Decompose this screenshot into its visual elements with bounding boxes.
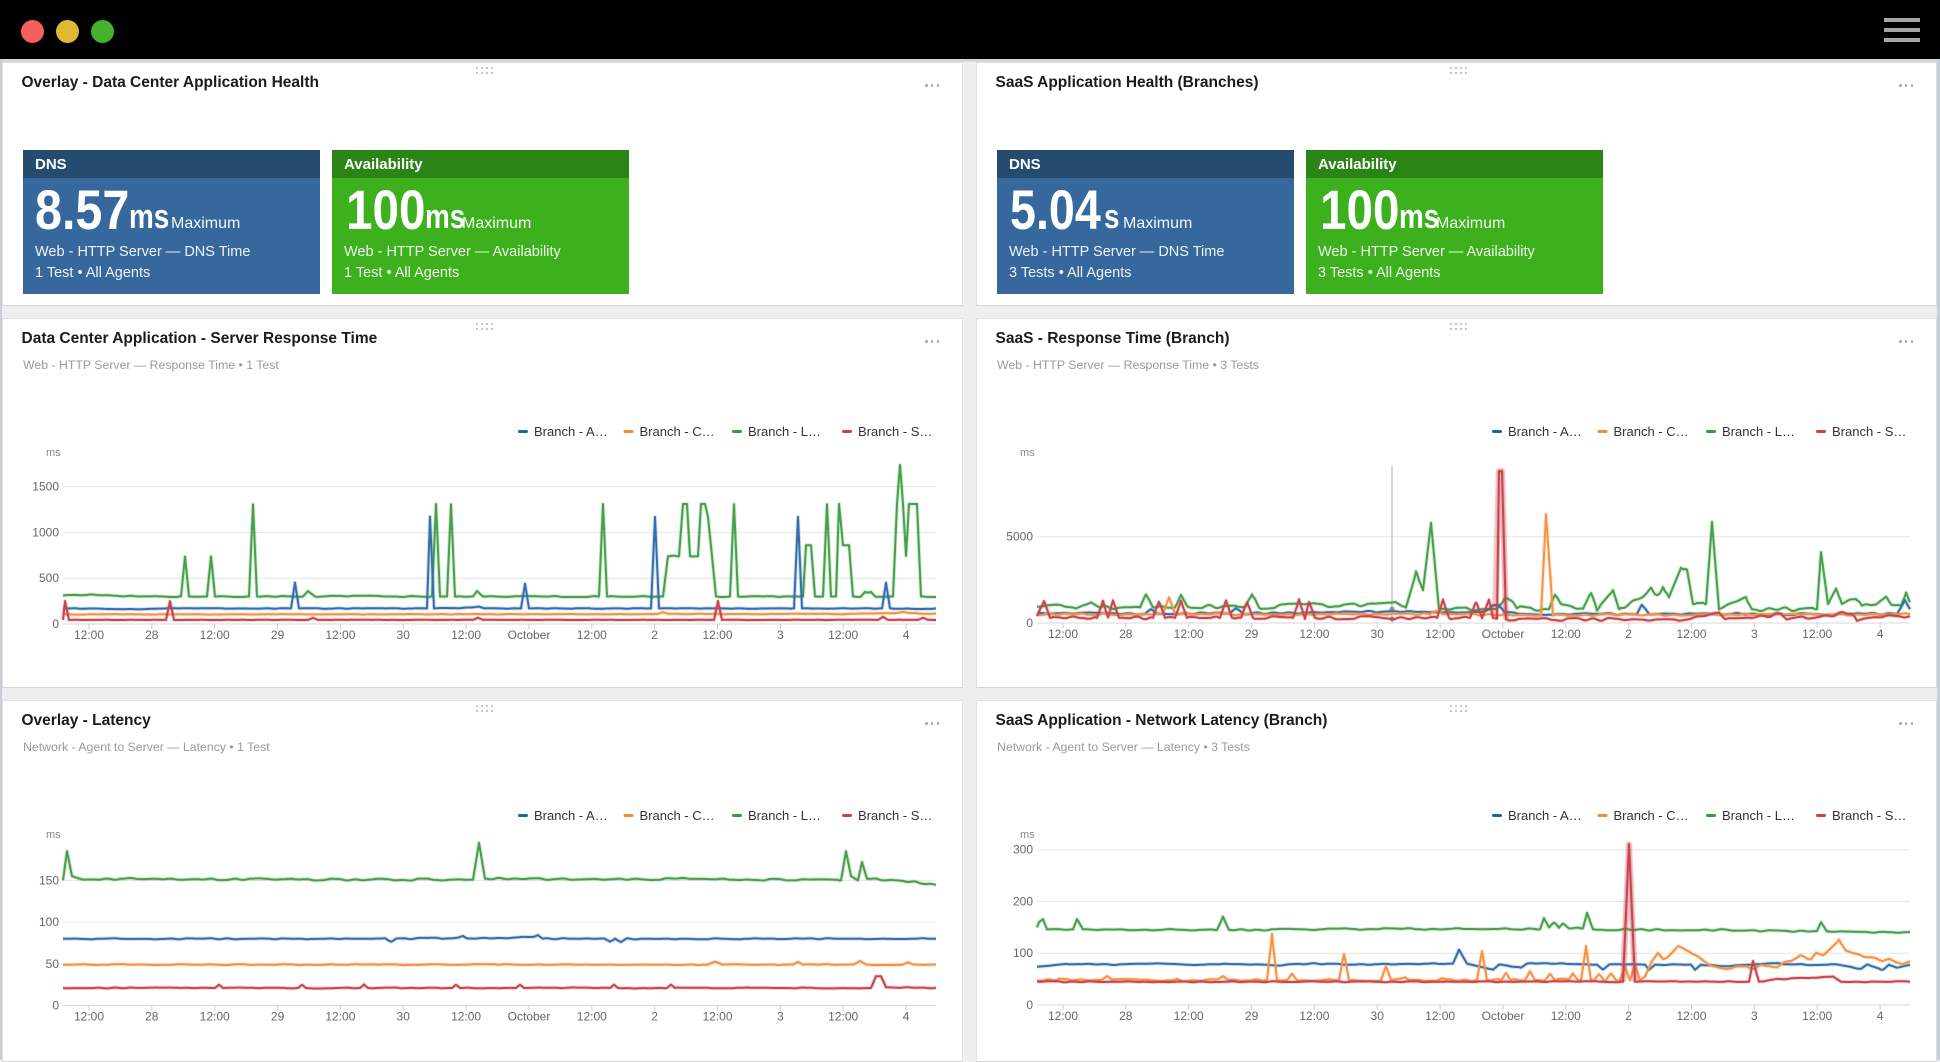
svg-text:12:00: 12:00 bbox=[1802, 1009, 1832, 1023]
svg-text:30: 30 bbox=[1371, 627, 1385, 641]
svg-text:3: 3 bbox=[777, 1010, 784, 1024]
svg-text:3: 3 bbox=[1751, 627, 1758, 641]
svg-text:12:00: 12:00 bbox=[702, 628, 732, 642]
svg-text:30: 30 bbox=[397, 1010, 411, 1024]
svg-text:0: 0 bbox=[52, 617, 59, 631]
svg-text:100: 100 bbox=[1013, 946, 1033, 960]
svg-text:12:00: 12:00 bbox=[1048, 627, 1078, 641]
svg-text:28: 28 bbox=[1119, 627, 1133, 641]
svg-text:12:00: 12:00 bbox=[200, 628, 230, 642]
svg-text:1000: 1000 bbox=[32, 525, 59, 539]
svg-text:12:00: 12:00 bbox=[1299, 627, 1329, 641]
svg-text:500: 500 bbox=[39, 571, 59, 585]
svg-text:12:00: 12:00 bbox=[451, 1010, 481, 1024]
svg-text:28: 28 bbox=[145, 1010, 159, 1024]
svg-text:Branch - C…: Branch - C… bbox=[1614, 808, 1689, 823]
svg-text:12:00: 12:00 bbox=[1299, 1009, 1329, 1023]
svg-text:30: 30 bbox=[397, 628, 411, 642]
svg-text:12:00: 12:00 bbox=[451, 628, 481, 642]
svg-text:29: 29 bbox=[271, 628, 285, 642]
svg-text:4: 4 bbox=[903, 628, 910, 642]
svg-text:12:00: 12:00 bbox=[828, 628, 858, 642]
svg-text:ms: ms bbox=[46, 447, 61, 459]
svg-text:5000: 5000 bbox=[1006, 530, 1033, 544]
svg-text:Branch - C…: Branch - C… bbox=[1614, 424, 1689, 439]
svg-text:Branch - C…: Branch - C… bbox=[640, 808, 715, 823]
svg-text:Branch - S…: Branch - S… bbox=[1832, 808, 1906, 823]
svg-text:28: 28 bbox=[145, 628, 159, 642]
svg-text:0: 0 bbox=[1026, 998, 1033, 1012]
svg-text:12:00: 12:00 bbox=[577, 1010, 607, 1024]
svg-text:Branch - L…: Branch - L… bbox=[1722, 808, 1795, 823]
svg-text:Branch - L…: Branch - L… bbox=[748, 808, 821, 823]
svg-text:2: 2 bbox=[651, 1010, 658, 1024]
svg-text:12:00: 12:00 bbox=[325, 1010, 355, 1024]
svg-text:12:00: 12:00 bbox=[702, 1010, 732, 1024]
svg-text:Branch - A…: Branch - A… bbox=[1508, 808, 1582, 823]
svg-text:ms: ms bbox=[1020, 447, 1035, 459]
svg-text:October: October bbox=[1482, 1009, 1525, 1023]
svg-text:29: 29 bbox=[1245, 1009, 1259, 1023]
svg-text:Branch - C…: Branch - C… bbox=[640, 424, 715, 439]
svg-text:Branch - A…: Branch - A… bbox=[534, 808, 608, 823]
svg-text:October: October bbox=[508, 1010, 551, 1024]
svg-text:Branch - L…: Branch - L… bbox=[748, 424, 821, 439]
svg-text:October: October bbox=[508, 628, 551, 642]
svg-text:12:00: 12:00 bbox=[1425, 1009, 1455, 1023]
svg-text:28: 28 bbox=[1119, 1009, 1133, 1023]
svg-text:Branch - S…: Branch - S… bbox=[858, 424, 932, 439]
svg-text:300: 300 bbox=[1013, 843, 1033, 857]
svg-text:4: 4 bbox=[903, 1010, 910, 1024]
svg-text:12:00: 12:00 bbox=[1676, 1009, 1706, 1023]
svg-text:ms: ms bbox=[1020, 829, 1035, 841]
svg-text:12:00: 12:00 bbox=[828, 1010, 858, 1024]
svg-text:4: 4 bbox=[1877, 627, 1884, 641]
svg-text:12:00: 12:00 bbox=[1551, 627, 1581, 641]
svg-text:50: 50 bbox=[46, 957, 60, 971]
svg-text:12:00: 12:00 bbox=[1676, 627, 1706, 641]
svg-text:1500: 1500 bbox=[32, 480, 59, 494]
svg-text:12:00: 12:00 bbox=[1425, 627, 1455, 641]
svg-text:12:00: 12:00 bbox=[577, 628, 607, 642]
svg-text:12:00: 12:00 bbox=[200, 1010, 230, 1024]
svg-text:Branch - S…: Branch - S… bbox=[858, 808, 932, 823]
svg-text:29: 29 bbox=[1245, 627, 1259, 641]
svg-text:30: 30 bbox=[1371, 1009, 1385, 1023]
svg-text:12:00: 12:00 bbox=[325, 628, 355, 642]
svg-text:12:00: 12:00 bbox=[1048, 1009, 1078, 1023]
svg-text:12:00: 12:00 bbox=[1802, 627, 1832, 641]
svg-text:0: 0 bbox=[52, 999, 59, 1013]
svg-text:Branch - S…: Branch - S… bbox=[1832, 424, 1906, 439]
svg-text:100: 100 bbox=[39, 915, 59, 929]
svg-text:Branch - A…: Branch - A… bbox=[534, 424, 608, 439]
svg-text:12:00: 12:00 bbox=[1174, 1009, 1204, 1023]
svg-text:4: 4 bbox=[1877, 1009, 1884, 1023]
svg-text:12:00: 12:00 bbox=[1551, 1009, 1581, 1023]
svg-text:150: 150 bbox=[39, 873, 59, 887]
svg-text:3: 3 bbox=[1751, 1009, 1758, 1023]
svg-text:Branch - L…: Branch - L… bbox=[1722, 424, 1795, 439]
svg-text:3: 3 bbox=[777, 628, 784, 642]
svg-text:Branch - A…: Branch - A… bbox=[1508, 424, 1582, 439]
svg-text:2: 2 bbox=[1625, 1009, 1632, 1023]
svg-text:2: 2 bbox=[651, 628, 658, 642]
svg-text:ms: ms bbox=[46, 829, 61, 841]
svg-text:12:00: 12:00 bbox=[1174, 627, 1204, 641]
svg-text:12:00: 12:00 bbox=[74, 628, 104, 642]
svg-text:200: 200 bbox=[1013, 895, 1033, 909]
svg-text:0: 0 bbox=[1026, 616, 1033, 630]
svg-text:2: 2 bbox=[1625, 627, 1632, 641]
svg-text:29: 29 bbox=[271, 1010, 285, 1024]
svg-text:12:00: 12:00 bbox=[74, 1010, 104, 1024]
svg-text:October: October bbox=[1482, 627, 1525, 641]
